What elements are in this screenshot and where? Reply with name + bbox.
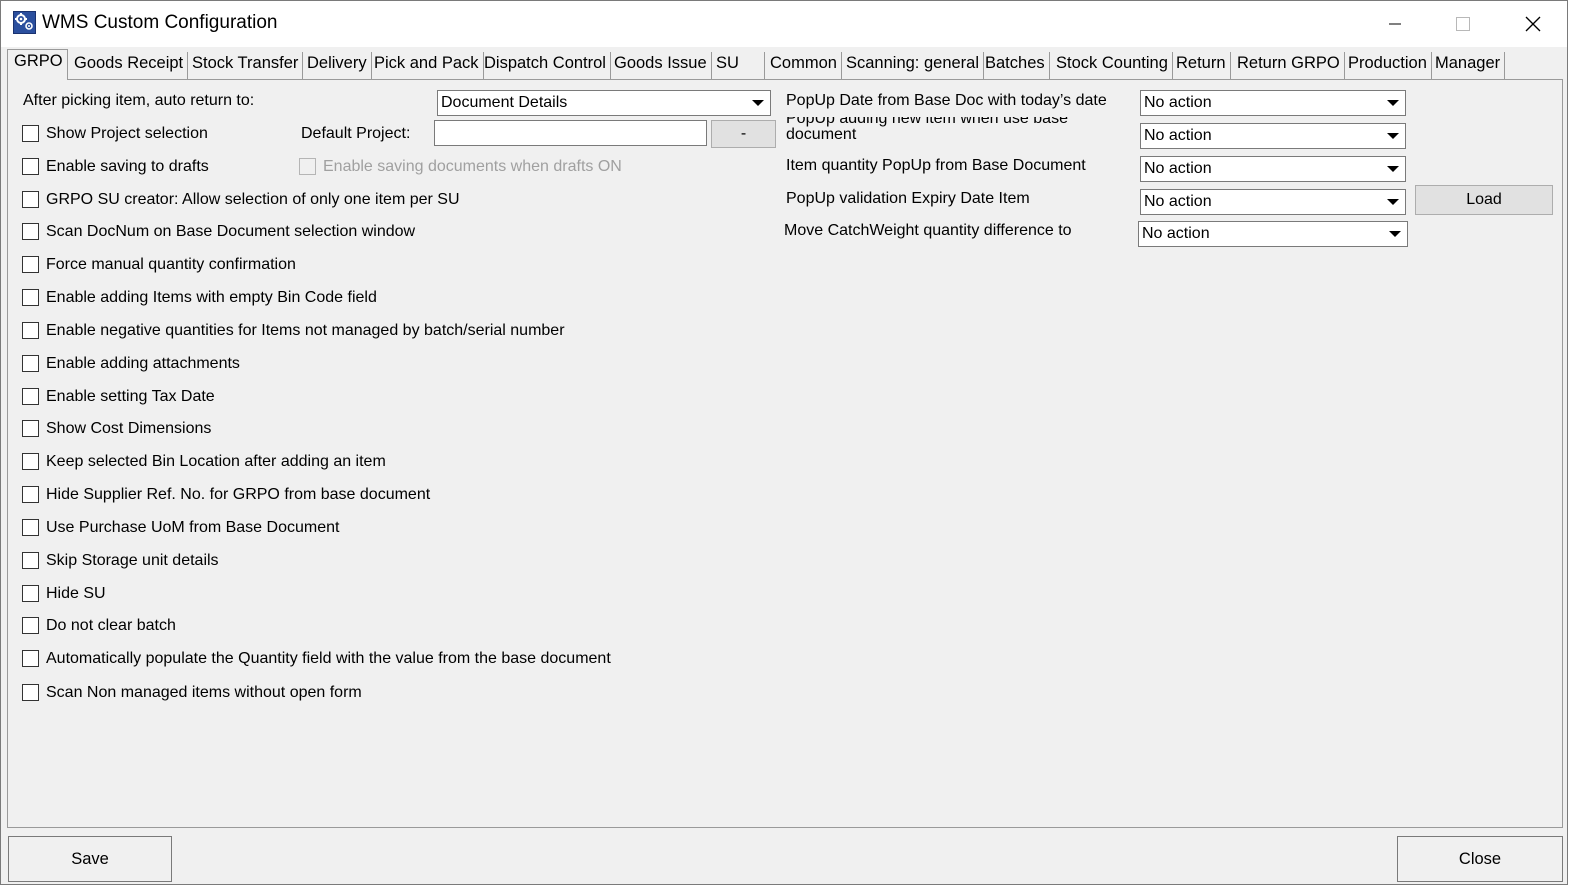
negative-qty-label: Enable negative quantities for Items not… bbox=[46, 322, 565, 339]
saving-drafts-checkbox[interactable] bbox=[22, 158, 39, 175]
tab-scanning-general[interactable]: Scanning: general bbox=[842, 52, 985, 79]
expiry-date-popup-label: PopUp validation Expiry Date Item bbox=[786, 190, 1030, 207]
catchweight-label: Move CatchWeight quantity difference to bbox=[784, 222, 1072, 239]
popup-new-item-dropdown[interactable]: No action bbox=[1140, 123, 1406, 149]
item-qty-popup-dropdown[interactable]: No action bbox=[1140, 156, 1406, 182]
hide-supplier-ref-checkbox[interactable] bbox=[22, 486, 39, 503]
scan-non-managed-label: Scan Non managed items without open form bbox=[46, 684, 362, 701]
do-not-clear-batch-checkbox[interactable] bbox=[22, 617, 39, 634]
minimize-button[interactable] bbox=[1361, 1, 1429, 47]
chevron-down-icon bbox=[1382, 191, 1404, 213]
hide-su-label: Hide SU bbox=[46, 585, 106, 602]
tab-stock-counting[interactable]: Stock Counting bbox=[1052, 52, 1173, 79]
auto-populate-qty-checkbox[interactable] bbox=[22, 650, 39, 667]
close-icon bbox=[1525, 16, 1541, 32]
keep-bin-location-label: Keep selected Bin Location after adding … bbox=[46, 453, 386, 470]
save-button[interactable]: Save bbox=[8, 836, 172, 882]
auto-return-dropdown[interactable]: Document Details bbox=[437, 90, 771, 116]
purchase-uom-label: Use Purchase UoM from Base Document bbox=[46, 519, 340, 536]
tab-strip: GRPO Goods Receipt Stock Transfer Delive… bbox=[1, 47, 1567, 80]
item-qty-popup-value: No action bbox=[1144, 160, 1212, 177]
app-gear-icon bbox=[13, 11, 36, 34]
close-button[interactable]: Close bbox=[1397, 836, 1563, 882]
tax-date-label: Enable setting Tax Date bbox=[46, 388, 215, 405]
title-bar: WMS Custom Configuration bbox=[1, 1, 1567, 47]
tab-goods-issue[interactable]: Goods Issue bbox=[610, 52, 712, 79]
attachments-checkbox[interactable] bbox=[22, 355, 39, 372]
close-window-button[interactable] bbox=[1499, 1, 1567, 47]
purchase-uom-checkbox[interactable] bbox=[22, 519, 39, 536]
hide-supplier-ref-label: Hide Supplier Ref. No. for GRPO from bas… bbox=[46, 486, 431, 503]
tab-stock-transfer[interactable]: Stock Transfer bbox=[188, 52, 304, 79]
default-project-field[interactable] bbox=[434, 120, 707, 146]
auto-populate-qty-label: Automatically populate the Quantity fiel… bbox=[46, 650, 611, 667]
popup-new-item-text: PopUp adding new item when use base docu… bbox=[786, 117, 1068, 143]
tab-return[interactable]: Return bbox=[1172, 52, 1231, 79]
tax-date-checkbox[interactable] bbox=[22, 388, 39, 405]
tab-delivery[interactable]: Delivery bbox=[303, 52, 372, 79]
skip-storage-unit-label: Skip Storage unit details bbox=[46, 552, 219, 569]
attachments-label: Enable adding attachments bbox=[46, 355, 240, 372]
popup-date-dropdown[interactable]: No action bbox=[1140, 90, 1406, 116]
hide-su-checkbox[interactable] bbox=[22, 585, 39, 602]
chevron-down-icon bbox=[747, 92, 769, 114]
tab-return-grpo[interactable]: Return GRPO bbox=[1233, 52, 1345, 79]
do-not-clear-batch-label: Do not clear batch bbox=[46, 617, 176, 634]
maximize-button[interactable] bbox=[1429, 1, 1497, 47]
expiry-date-popup-value: No action bbox=[1144, 193, 1212, 210]
chevron-down-icon bbox=[1384, 223, 1406, 245]
chevron-down-icon bbox=[1382, 92, 1404, 114]
chevron-down-icon bbox=[1382, 158, 1404, 180]
negative-qty-checkbox[interactable] bbox=[22, 322, 39, 339]
auto-return-value: Document Details bbox=[441, 94, 568, 111]
tab-manager[interactable]: Manager bbox=[1431, 52, 1506, 79]
default-project-label: Default Project: bbox=[301, 125, 411, 142]
show-project-label: Show Project selection bbox=[46, 125, 208, 142]
catchweight-dropdown[interactable]: No action bbox=[1138, 221, 1408, 247]
grpo-su-creator-checkbox[interactable] bbox=[22, 191, 39, 208]
window-title: WMS Custom Configuration bbox=[42, 12, 278, 33]
skip-storage-unit-checkbox[interactable] bbox=[22, 552, 39, 569]
minimize-icon bbox=[1389, 23, 1401, 25]
footer-divider bbox=[7, 827, 1563, 828]
tab-dispatch-control[interactable]: Dispatch Control bbox=[480, 52, 611, 79]
popup-date-value: No action bbox=[1144, 94, 1212, 111]
drafts-documents-checkbox[interactable] bbox=[299, 158, 316, 175]
show-project-checkbox[interactable] bbox=[22, 125, 39, 142]
cost-dimensions-checkbox[interactable] bbox=[22, 420, 39, 437]
cost-dimensions-label: Show Cost Dimensions bbox=[46, 420, 212, 437]
auto-return-label: After picking item, auto return to: bbox=[23, 92, 255, 109]
tab-pick-and-pack[interactable]: Pick and Pack bbox=[370, 52, 484, 79]
maximize-icon bbox=[1456, 17, 1470, 31]
popup-new-item-label: PopUp adding new item when use base docu… bbox=[786, 117, 1116, 143]
drafts-documents-label: Enable saving documents when drafts ON bbox=[323, 158, 622, 175]
config-window: WMS Custom Configuration GRPO Goods Rece… bbox=[0, 0, 1568, 885]
load-button[interactable]: Load bbox=[1415, 185, 1553, 215]
catchweight-value: No action bbox=[1142, 225, 1210, 242]
default-project-picker-button[interactable]: - bbox=[711, 120, 776, 148]
force-manual-qty-checkbox[interactable] bbox=[22, 256, 39, 273]
tab-su[interactable]: SU bbox=[712, 52, 765, 79]
popup-date-label: PopUp Date from Base Doc with today’s da… bbox=[786, 92, 1107, 109]
keep-bin-location-checkbox[interactable] bbox=[22, 453, 39, 470]
tab-grpo[interactable]: GRPO bbox=[7, 49, 68, 80]
grpo-su-creator-label: GRPO SU creator: Allow selection of only… bbox=[46, 191, 460, 208]
empty-bin-code-label: Enable adding Items with empty Bin Code … bbox=[46, 289, 377, 306]
tab-production[interactable]: Production bbox=[1344, 52, 1432, 79]
empty-bin-code-checkbox[interactable] bbox=[22, 289, 39, 306]
scan-docnum-label: Scan DocNum on Base Document selection w… bbox=[46, 223, 416, 240]
tab-goods-receipt[interactable]: Goods Receipt bbox=[70, 52, 189, 79]
popup-new-item-value: No action bbox=[1144, 127, 1212, 144]
saving-drafts-label: Enable saving to drafts bbox=[46, 158, 209, 175]
chevron-down-icon bbox=[1382, 125, 1404, 147]
tab-batches[interactable]: Batches bbox=[981, 52, 1050, 79]
scan-docnum-checkbox[interactable] bbox=[22, 223, 39, 240]
item-qty-popup-label: Item quantity PopUp from Base Document bbox=[786, 157, 1086, 174]
tab-common[interactable]: Common bbox=[766, 52, 842, 79]
force-manual-qty-label: Force manual quantity confirmation bbox=[46, 256, 296, 273]
scan-non-managed-checkbox[interactable] bbox=[22, 684, 39, 701]
expiry-date-popup-dropdown[interactable]: No action bbox=[1140, 189, 1406, 215]
